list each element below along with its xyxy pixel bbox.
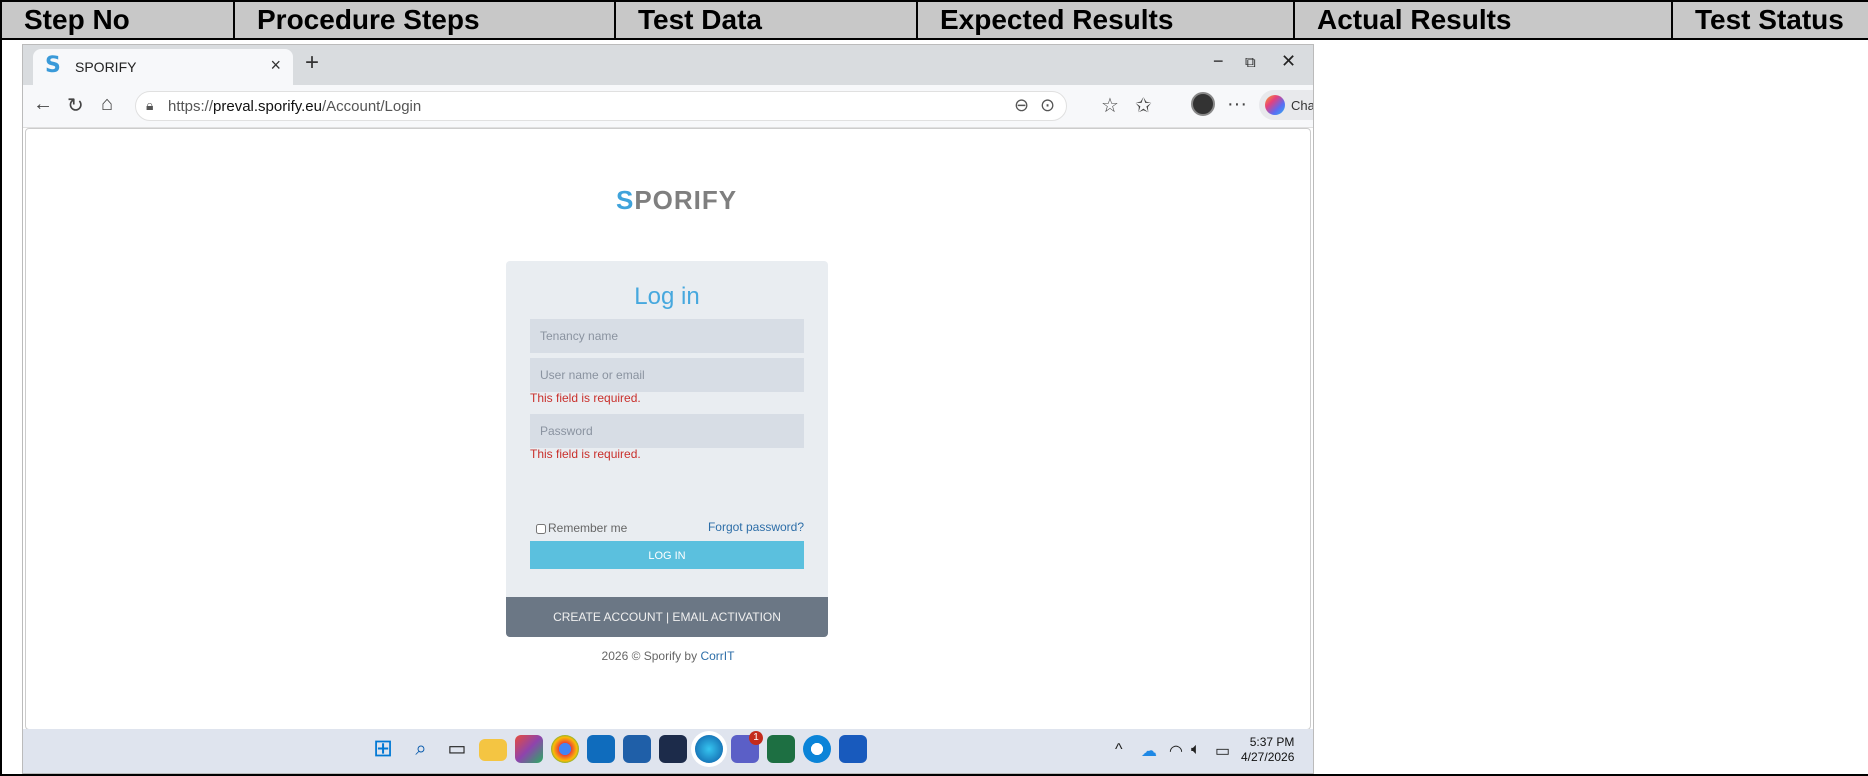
sporify-logo: SPORIFY xyxy=(616,185,738,215)
header-expected-results: Expected Results xyxy=(916,0,1295,40)
restore-button[interactable]: ⧉ xyxy=(1245,54,1256,71)
volume-icon[interactable]: 🔈︎ xyxy=(1191,741,1201,759)
system-clock[interactable]: 5:37 PM 4/27/2026 xyxy=(1241,735,1294,765)
chat-label: Chat xyxy=(1291,98,1313,113)
teams-notification-badge: 1 xyxy=(749,731,763,745)
more-options-icon[interactable]: ··· xyxy=(1227,93,1247,116)
copyright-footer: 2026 © Sporify by CorrIT xyxy=(601,649,735,663)
profile-avatar[interactable] xyxy=(1191,92,1215,116)
login-card: Log in This field is required. This fiel… xyxy=(506,261,828,637)
file-explorer-icon[interactable] xyxy=(479,739,507,761)
tab-strip: S SPORIFY × + − ⧉ ✕ xyxy=(23,45,1313,85)
intellij-icon[interactable] xyxy=(659,735,687,763)
url-text[interactable]: https://preval.sporify.eu/Account/Login xyxy=(168,98,421,115)
password-input[interactable] xyxy=(530,414,804,448)
refresh-icon[interactable]: ↻ xyxy=(67,93,84,118)
header-test-data: Test Data xyxy=(614,0,918,40)
favorites-list-icon[interactable]: ✩ xyxy=(1135,93,1152,118)
home-icon[interactable]: ⌂ xyxy=(101,93,113,116)
header-step-no: Step No xyxy=(0,0,235,40)
task-view-icon[interactable]: ▭ xyxy=(443,735,471,763)
tenancy-name-input[interactable] xyxy=(530,319,804,353)
create-account-email-activation-links[interactable]: CREATE ACCOUNT | EMAIL ACTIVATION xyxy=(506,597,828,637)
outlook-icon[interactable] xyxy=(587,735,615,763)
excel-icon[interactable] xyxy=(767,735,795,763)
windows-taskbar: ⊞ ⌕ ▭ 1 ^ ☁ ◠ 🔈︎ ▭ 5:37 PM 4/27/2026 xyxy=(23,729,1313,773)
back-arrow-icon[interactable]: ← xyxy=(33,93,53,116)
username-input[interactable] xyxy=(530,358,804,392)
edge-dev-icon[interactable] xyxy=(803,735,831,763)
chrome-icon[interactable] xyxy=(551,735,579,763)
battery-icon[interactable]: ▭ xyxy=(1215,741,1230,761)
copilot-chat-button[interactable]: Chat xyxy=(1259,90,1313,120)
header-procedure-steps: Procedure Steps xyxy=(233,0,616,40)
store-icon[interactable] xyxy=(623,735,651,763)
browser-screenshot: S SPORIFY × + − ⧉ ✕ ← ↻ ⌂ 🔒︎ https://pre… xyxy=(22,44,1314,774)
corrit-link[interactable]: CorrIT xyxy=(700,649,734,663)
zoom-out-icon[interactable]: ⊖ xyxy=(1014,95,1029,116)
page-viewport: SPORIFY Log in This field is required. T… xyxy=(25,128,1311,730)
sporify-favicon-icon: S xyxy=(45,53,61,78)
password-error: This field is required. xyxy=(530,447,641,461)
close-window-button[interactable]: ✕ xyxy=(1281,51,1296,72)
minimize-button[interactable]: − xyxy=(1213,51,1224,72)
clock-time: 5:37 PM xyxy=(1249,735,1295,749)
forgot-password-link[interactable]: Forgot password? xyxy=(708,520,804,534)
edge-icon[interactable] xyxy=(695,735,723,763)
word-icon[interactable] xyxy=(839,735,867,763)
header-actual-results: Actual Results xyxy=(1293,0,1673,40)
more-tools-icon[interactable]: ⊙ xyxy=(1040,95,1055,116)
remember-me-checkbox[interactable] xyxy=(536,523,546,534)
show-hidden-icons-icon[interactable]: ^ xyxy=(1115,741,1123,759)
close-tab-icon[interactable]: × xyxy=(270,55,281,76)
copilot-icon xyxy=(1265,95,1285,115)
search-icon[interactable]: ⌕ xyxy=(407,735,435,763)
onedrive-icon[interactable]: ☁ xyxy=(1141,741,1157,761)
header-test-status: Test Status xyxy=(1671,0,1868,40)
clock-date: 4/27/2026 xyxy=(1241,750,1295,764)
new-tab-button[interactable]: + xyxy=(305,49,319,77)
tab-title: SPORIFY xyxy=(75,59,137,75)
lock-icon[interactable]: 🔒︎ xyxy=(146,97,153,114)
table-header-row: Step No Procedure Steps Test Data Expect… xyxy=(0,0,1868,40)
start-icon[interactable]: ⊞ xyxy=(369,735,397,763)
username-error: This field is required. xyxy=(530,391,641,405)
remember-me-label: Remember me xyxy=(548,521,628,535)
photos-icon[interactable] xyxy=(515,735,543,763)
address-bar[interactable]: 🔒︎ https://preval.sporify.eu/Account/Log… xyxy=(135,91,1067,121)
login-button[interactable]: LOG IN xyxy=(530,541,804,569)
login-title: Log in xyxy=(634,283,700,310)
browser-toolbar: ← ↻ ⌂ 🔒︎ https://preval.sporify.eu/Accou… xyxy=(23,85,1313,128)
wifi-icon[interactable]: ◠ xyxy=(1169,741,1183,761)
remember-me[interactable]: Remember me xyxy=(536,521,627,535)
tab-sporify[interactable]: S SPORIFY × xyxy=(33,49,293,85)
favorite-star-icon[interactable]: ☆ xyxy=(1101,93,1119,118)
